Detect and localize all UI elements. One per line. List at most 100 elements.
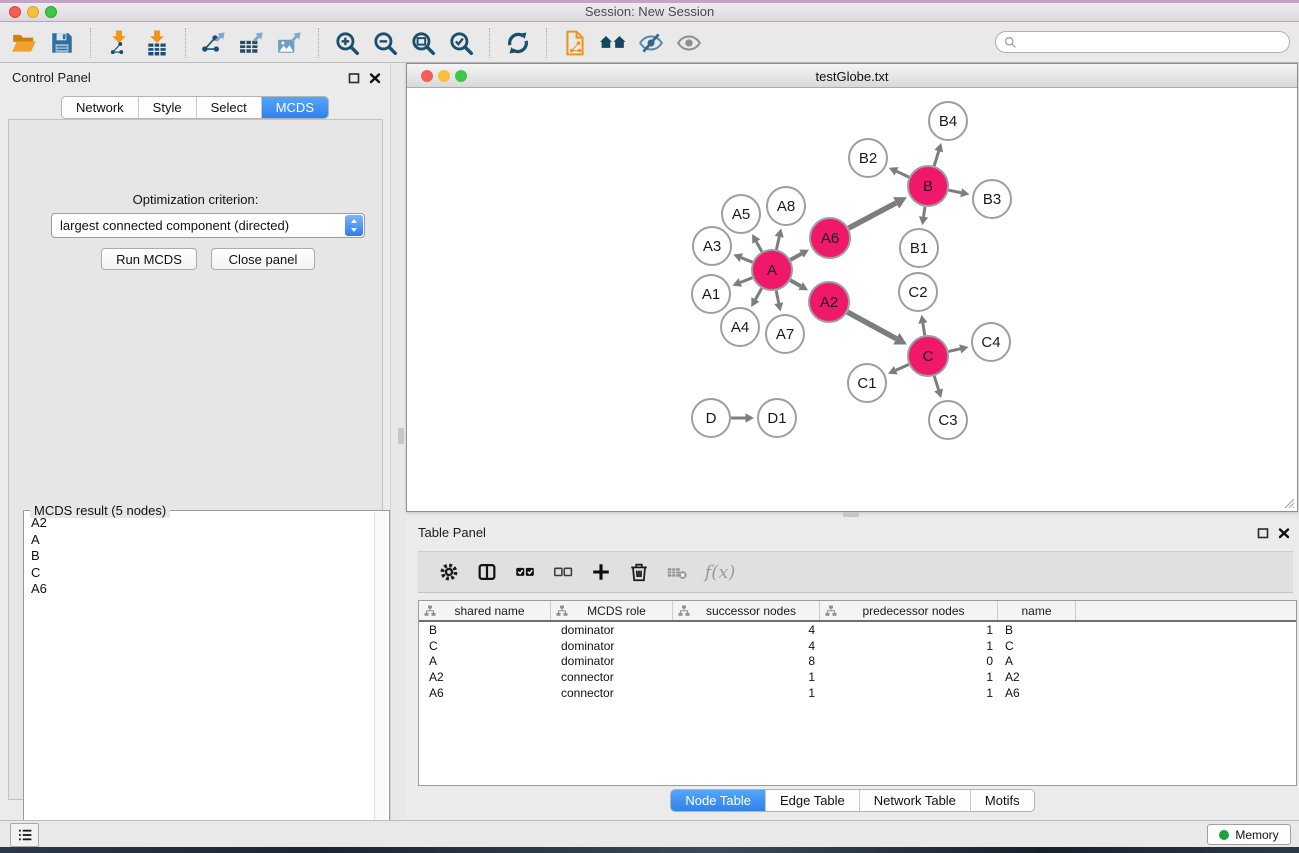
graph-node-A2[interactable]: A2 [809,282,849,322]
tab-mcds[interactable]: MCDS [261,97,328,118]
graph-node-A3[interactable]: A3 [693,227,731,265]
graph-node-B2[interactable]: B2 [849,139,887,177]
table-cell[interactable]: 1 [820,670,998,684]
hide-selected-icon[interactable] [635,27,667,59]
export-table-icon[interactable] [236,27,268,59]
graph-node-A4[interactable]: A4 [721,308,759,346]
mcds-result-item[interactable]: A [24,532,375,549]
refresh-layout-icon[interactable] [502,27,534,59]
graph-node-A8[interactable]: A8 [767,187,805,225]
select-all-columns-icon[interactable] [510,557,540,587]
graph-edge-C-C1[interactable] [888,364,909,374]
mcds-result-item[interactable]: A6 [24,581,375,598]
table-cell[interactable]: A [998,654,1076,668]
close-table-panel-icon[interactable] [1276,525,1291,540]
column-header-MCDS-role[interactable]: MCDS role [551,601,673,620]
graph-edge-C-C2[interactable] [918,315,927,336]
graph-edge-B-B4[interactable] [934,143,943,166]
table-cell[interactable]: A [419,654,551,668]
float-panel-icon[interactable] [346,70,361,85]
graph-edge-A-A6[interactable] [790,250,809,260]
graph-node-D[interactable]: D [692,399,730,437]
graph-node-C[interactable]: C [908,336,948,376]
table-cell[interactable]: 0 [820,654,998,668]
table-cell[interactable]: 1 [673,670,820,684]
delete-columns-icon[interactable] [624,557,654,587]
memory-button[interactable]: Memory [1207,824,1291,845]
close-panel-icon[interactable] [367,70,382,85]
mcds-result-item[interactable]: B [24,548,375,565]
table-cell[interactable]: C [998,639,1076,653]
graph-node-C1[interactable]: C1 [848,364,886,402]
table-mode-gear-icon[interactable] [434,557,464,587]
graph-edge-A-A5[interactable] [752,234,762,252]
first-neighbors-icon[interactable] [597,27,629,59]
graph-node-B[interactable]: B [908,166,948,206]
table-row[interactable]: A2connector11A2 [419,669,1296,685]
graph-edge-A-A4[interactable] [751,288,761,307]
resize-grip-icon[interactable] [1282,496,1295,509]
table-cell[interactable]: 4 [673,623,820,637]
table-cell[interactable]: 4 [673,639,820,653]
import-network-icon[interactable] [103,27,135,59]
graph-node-A5[interactable]: A5 [722,195,760,233]
graph-edge-C-C3[interactable] [934,376,943,398]
vertical-splitter-handle[interactable] [398,428,404,444]
export-network-icon[interactable] [198,27,230,59]
column-header-shared-name[interactable]: shared name [419,601,551,620]
graph-edge-A6-B[interactable] [849,197,907,228]
graph-edge-A-A8[interactable] [775,228,784,249]
tab-style[interactable]: Style [138,97,196,118]
table-cell[interactable]: A2 [998,670,1076,684]
save-session-icon[interactable] [46,27,78,59]
search-input[interactable] [1022,34,1281,50]
graph-node-C2[interactable]: C2 [899,273,937,311]
graph-edge-A-A2[interactable] [790,280,808,290]
table-tab-node-table[interactable]: Node Table [671,790,765,811]
table-cell[interactable]: A2 [419,670,551,684]
table-cell[interactable]: connector [551,686,673,700]
export-image-icon[interactable] [274,27,306,59]
table-cell[interactable]: 1 [673,686,820,700]
zoom-out-icon[interactable] [369,27,401,59]
table-cell[interactable]: B [419,623,551,637]
import-table-icon[interactable] [141,27,173,59]
show-columns-icon[interactable] [472,557,502,587]
table-cell[interactable]: B [998,623,1076,637]
graph-node-A[interactable]: A [752,250,792,290]
unselect-all-columns-icon[interactable] [548,557,578,587]
table-cell[interactable]: 8 [673,654,820,668]
table-tab-network-table[interactable]: Network Table [859,790,970,811]
new-network-from-selection-icon[interactable] [559,27,591,59]
task-history-button[interactable] [10,823,39,847]
search-field[interactable] [995,31,1290,53]
table-cell[interactable]: A6 [419,686,551,700]
table-row[interactable]: Bdominator41B [419,622,1296,638]
table-cell[interactable]: dominator [551,639,673,653]
create-column-icon[interactable] [586,557,616,587]
open-session-icon[interactable] [8,27,40,59]
graph-edge-A-A1[interactable] [732,278,752,287]
graph-node-A6[interactable]: A6 [810,218,850,258]
zoom-in-icon[interactable] [331,27,363,59]
table-cell[interactable]: connector [551,670,673,684]
table-cell[interactable]: dominator [551,623,673,637]
column-header-successor-nodes[interactable]: successor nodes [673,601,820,620]
show-all-icon[interactable] [673,27,705,59]
table-cell[interactable]: A6 [998,686,1076,700]
table-cell[interactable]: dominator [551,654,673,668]
result-scrollbar[interactable] [374,512,388,850]
column-header-name[interactable]: name [998,601,1076,620]
column-header-predecessor-nodes[interactable]: predecessor nodes [820,601,998,620]
graph-edge-A2-C[interactable] [847,312,906,344]
graph-edge-A-A3[interactable] [733,253,752,262]
criterion-select[interactable]: largest connected component (directed) [51,213,365,238]
mcds-result-item[interactable]: A2 [24,515,375,532]
zoom-selected-icon[interactable] [445,27,477,59]
tab-network[interactable]: Network [62,97,138,118]
table-tab-edge-table[interactable]: Edge Table [765,790,859,811]
table-cell[interactable]: 1 [820,623,998,637]
graph-node-B3[interactable]: B3 [973,180,1011,218]
graph-node-A1[interactable]: A1 [692,275,730,313]
graph-edge-A-A7[interactable] [774,291,783,312]
